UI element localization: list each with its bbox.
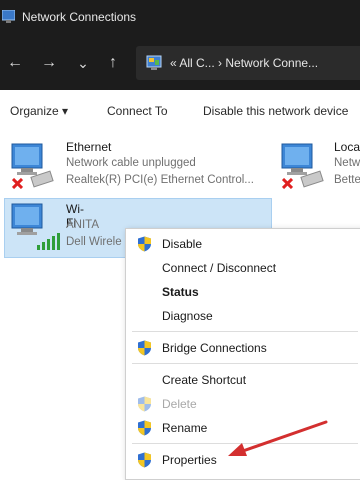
adapter-device: Dell Wirele <box>66 236 122 248</box>
menu-item-label: Delete <box>162 397 197 411</box>
menu-item-bridge-connections[interactable]: Bridge Connections <box>126 337 360 359</box>
shield-icon <box>138 340 151 356</box>
menu-item-label: Connect / Disconnect <box>162 261 277 275</box>
adapter-device: Bette <box>334 174 360 186</box>
command-bar: Organize ▾ Connect To Disable this netwo… <box>0 90 360 133</box>
adapter-device: Realtek(R) PCI(e) Ethernet Control... <box>66 174 254 186</box>
menu-separator <box>132 331 358 332</box>
recent-locations-chevron-icon[interactable]: ⌄ <box>72 52 94 74</box>
up-arrow-icon[interactable]: ↑ <box>102 52 124 74</box>
navigation-bar: ← → ⌄ ↑ « All C... › Network Conne... <box>0 36 360 90</box>
menu-item-label: Diagnose <box>162 309 213 323</box>
adapter-status: Network cable unplugged <box>66 157 196 169</box>
menu-item-label: Create Shortcut <box>162 373 247 387</box>
shield-icon <box>138 452 151 468</box>
menu-item-diagnose[interactable]: Diagnose <box>126 305 360 327</box>
menu-item-disable[interactable]: Disable <box>126 233 360 255</box>
adapter-status: ANITA <box>66 219 100 231</box>
adapter-status: Netw <box>334 157 360 169</box>
adapter-name: Ethernet <box>66 140 112 154</box>
address-path: « All C... › Network Conne... <box>170 56 319 70</box>
address-bar[interactable]: « All C... › Network Conne... <box>136 46 360 80</box>
control-panel-icon <box>146 55 162 70</box>
back-arrow-icon[interactable]: ← <box>4 52 26 74</box>
window-title: Network Connections <box>22 10 137 24</box>
menu-item-create-shortcut[interactable]: Create Shortcut <box>126 369 360 391</box>
disconnected-x-icon <box>282 178 293 189</box>
menu-item-label: Properties <box>162 453 217 467</box>
annotation-arrow-icon <box>228 420 328 456</box>
disconnected-x-icon <box>12 178 23 189</box>
connect-to-button[interactable]: Connect To <box>107 104 168 118</box>
menu-item-label: Status <box>162 285 199 299</box>
network-connections-icon <box>2 10 15 23</box>
menu-separator <box>132 363 358 364</box>
menu-item-delete: Delete <box>126 393 360 415</box>
menu-item-label: Bridge Connections <box>162 341 267 355</box>
forward-arrow-icon[interactable]: → <box>38 52 60 74</box>
shield-icon <box>138 236 151 252</box>
shield-icon <box>138 396 151 412</box>
disable-network-device-button[interactable]: Disable this network device <box>203 104 348 118</box>
title-bar: Network Connections <box>0 0 360 36</box>
menu-item-connect-disconnect[interactable]: Connect / Disconnect <box>126 257 360 279</box>
menu-item-label: Rename <box>162 421 208 435</box>
menu-item-status[interactable]: Status <box>126 281 360 303</box>
adapter-name: Loca <box>334 140 360 154</box>
organize-button[interactable]: Organize ▾ <box>10 104 68 118</box>
signal-bars-icon <box>37 233 60 250</box>
menu-item-label: Disable <box>162 237 203 251</box>
shield-icon <box>138 420 151 436</box>
